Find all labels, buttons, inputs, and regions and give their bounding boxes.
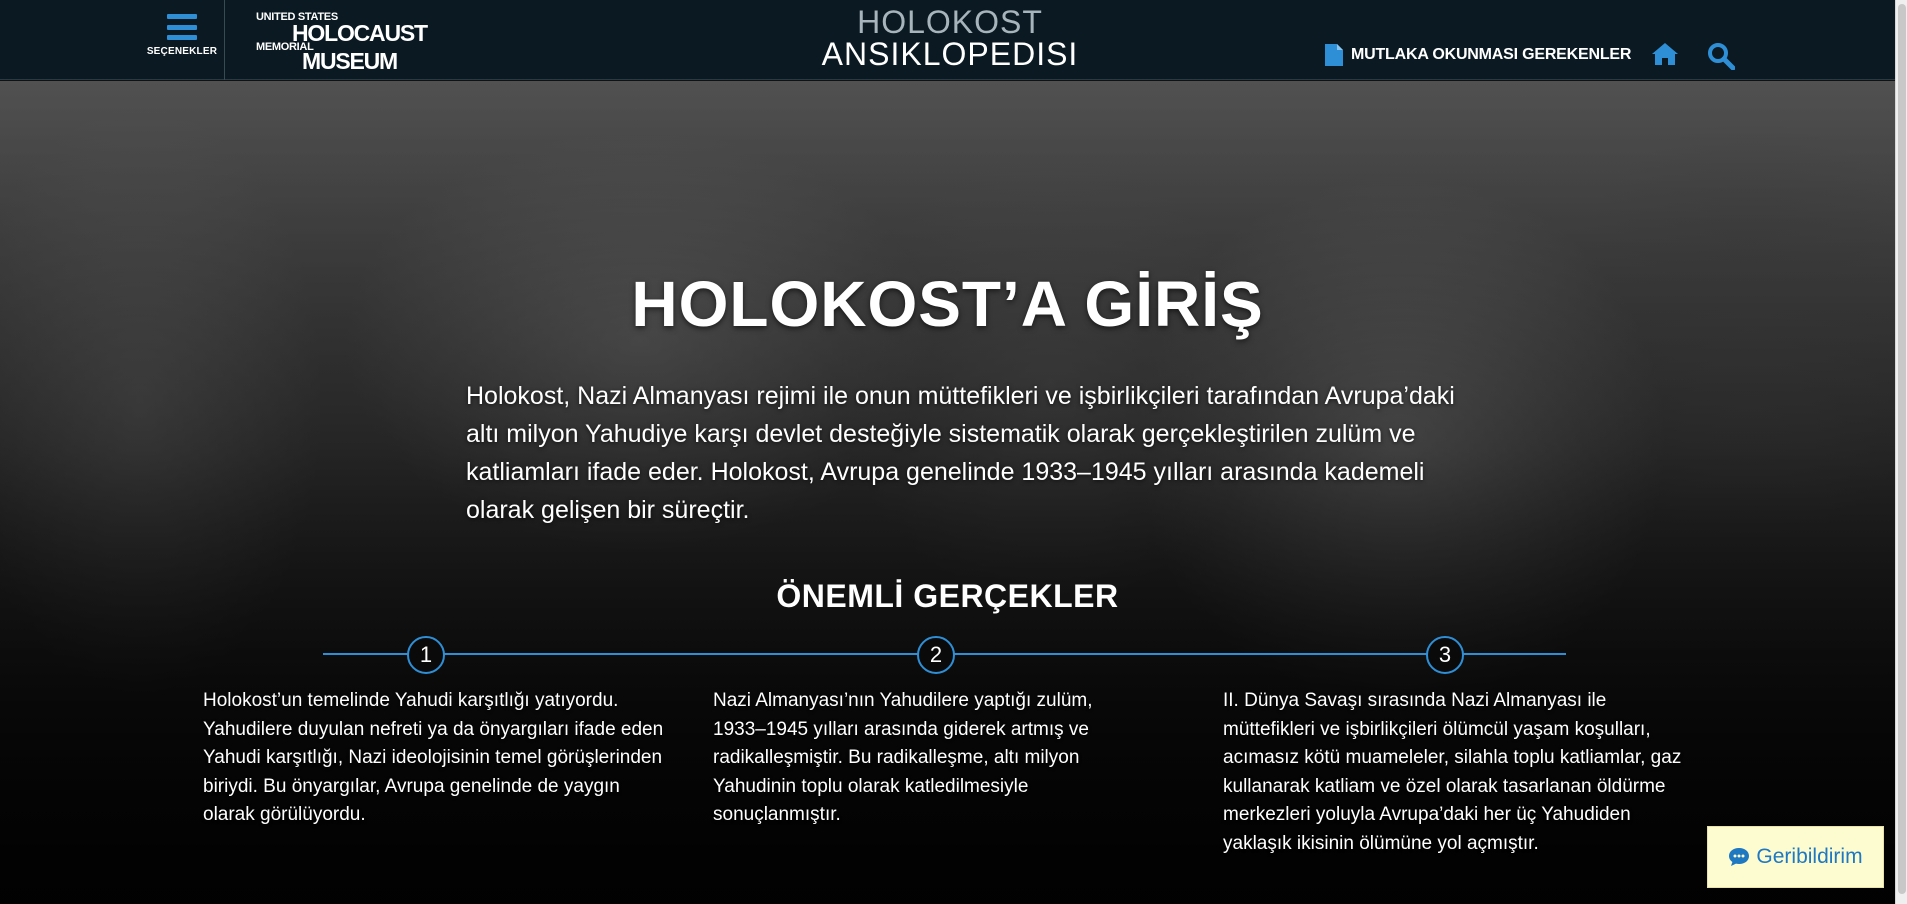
- feedback-label: Geribildirim: [1756, 845, 1863, 868]
- must-read-label: MUTLAKA OKUNMASI GEREKENLER: [1351, 46, 1632, 63]
- intro-paragraph: Holokost, Nazi Almanyası rejimi ile onun…: [466, 382, 1455, 524]
- fact-text-3: II. Dünya Savaşı sırasında Nazi Almanyas…: [1223, 690, 1682, 854]
- options-menu-button[interactable]: SEÇENEKLER: [142, 14, 222, 66]
- options-menu-label: SEÇENEKLER: [146, 46, 218, 57]
- encyclopedia-title-bottom: ANSIKLOPEDISI: [821, 36, 1079, 72]
- ushmm-logo[interactable]: UNITED STATES HOLOCAUST MEMORIAL MUSEUM: [256, 10, 428, 74]
- feedback-button[interactable]: Geribildirim: [1707, 826, 1884, 888]
- hero-section: HOLOKOST’A GİRİŞ Holokost, Nazi Almanyas…: [0, 81, 1895, 904]
- scrollbar-thumb[interactable]: [1898, 4, 1906, 894]
- hamburger-icon: [167, 14, 197, 40]
- page-title: HOLOKOST’A GİRİŞ: [631, 268, 1264, 340]
- comment-icon: [1729, 848, 1750, 866]
- fact-text-2: Nazi Almanyası’nın Yahudilere yaptığı zu…: [713, 690, 1093, 826]
- search-icon[interactable]: [1707, 42, 1735, 70]
- fact-number-1: 1: [407, 636, 445, 674]
- home-icon[interactable]: [1651, 42, 1679, 66]
- fact-number-2: 2: [917, 636, 955, 674]
- page-scrollbar[interactable]: [1895, 0, 1907, 904]
- encyclopedia-title-top: HOLOKOST: [857, 4, 1043, 40]
- logo-line-4: MUSEUM: [302, 48, 398, 74]
- fact-number-3: 3: [1426, 636, 1464, 674]
- site-header: SEÇENEKLER UNITED STATES HOLOCAUST MEMOR…: [0, 0, 1895, 80]
- key-facts-heading: ÖNEMLİ GERÇEKLER: [776, 578, 1119, 614]
- header-divider: [224, 0, 225, 80]
- encyclopedia-title[interactable]: HOLOKOST ANSIKLOPEDISI: [780, 6, 1120, 70]
- must-read-link[interactable]: MUTLAKA OKUNMASI GEREKENLER: [1325, 44, 1631, 66]
- fact-text-1: Holokost’un temelinde Yahudi karşıtlığı …: [203, 690, 664, 826]
- document-icon: [1325, 44, 1343, 66]
